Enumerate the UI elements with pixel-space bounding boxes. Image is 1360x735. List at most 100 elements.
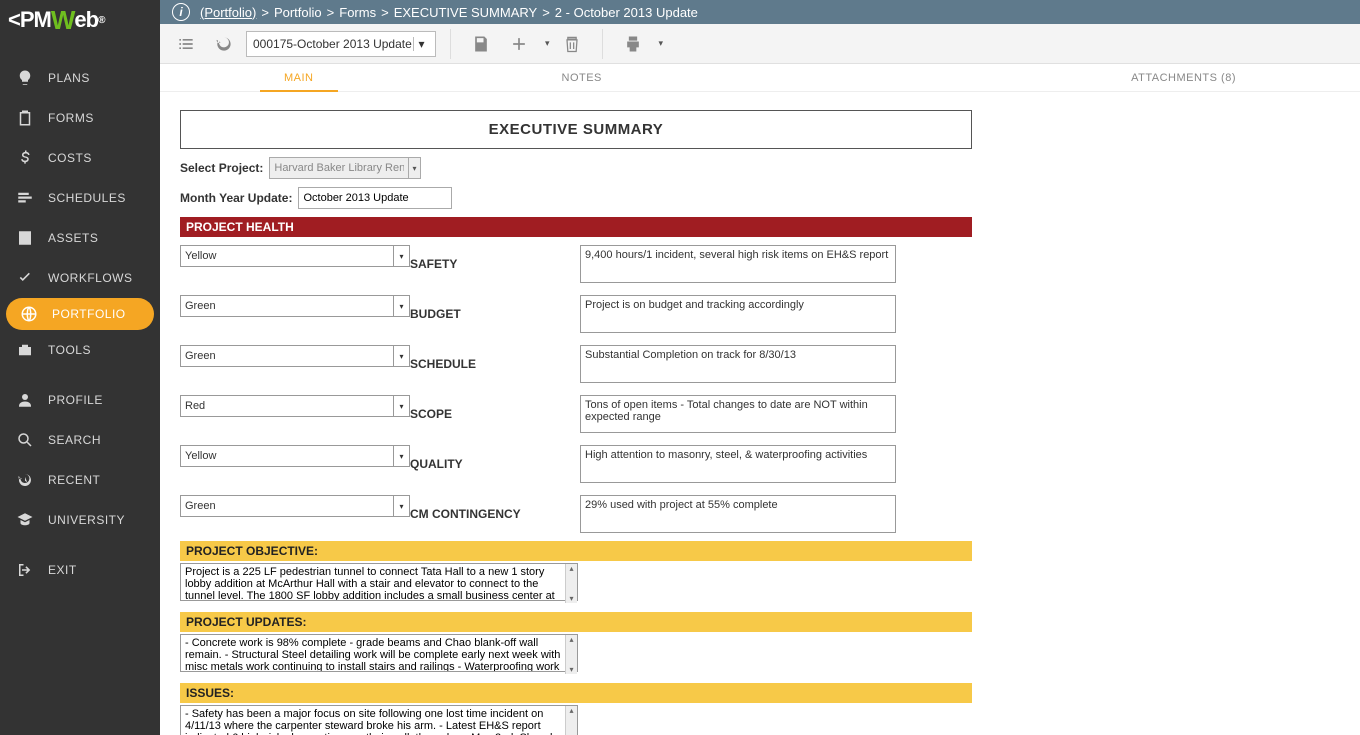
nav-label: SEARCH xyxy=(48,433,101,447)
scrollbar[interactable]: ▴▾ xyxy=(565,635,577,674)
breadcrumb-part[interactable]: Forms xyxy=(339,5,376,20)
select-project-combo[interactable]: Harvard Baker Library Renov ▾ xyxy=(269,157,421,179)
nav-plans[interactable]: PLANS xyxy=(0,58,160,98)
dropdown-icon: ▾ xyxy=(408,158,421,178)
section-issues: ISSUES: xyxy=(180,683,972,703)
nav-tools[interactable]: TOOLS xyxy=(0,330,160,370)
section-project-health: PROJECT HEALTH xyxy=(180,217,972,237)
dropdown-icon: ▾ xyxy=(393,296,409,316)
scrollbar[interactable]: ▴▾ xyxy=(565,564,577,603)
scrollbar[interactable]: ▴▾ xyxy=(565,706,577,735)
nav-label: SCHEDULES xyxy=(48,191,126,205)
nav-portfolio[interactable]: PORTFOLIO xyxy=(6,298,154,330)
add-button[interactable] xyxy=(503,28,535,60)
nav-workflows[interactable]: WORKFLOWS xyxy=(0,258,160,298)
dropdown-icon: ▾ xyxy=(413,37,429,51)
health-cm-combo[interactable]: Green▾ xyxy=(180,495,410,517)
dropdown-icon: ▾ xyxy=(393,446,409,466)
history-button[interactable] xyxy=(208,28,240,60)
lightbulb-icon xyxy=(14,67,36,89)
nav-label: PLANS xyxy=(48,71,90,85)
toolbar: 000175-October 2013 Update ▾ ▾ ▾ xyxy=(160,24,1360,64)
nav-exit[interactable]: EXIT xyxy=(0,550,160,590)
nav-assets[interactable]: ASSETS xyxy=(0,218,160,258)
nav-label: PROFILE xyxy=(48,393,103,407)
nav-profile[interactable]: PROFILE xyxy=(0,380,160,420)
nav-label: RECENT xyxy=(48,473,100,487)
dropdown-icon: ▾ xyxy=(393,246,409,266)
list-view-button[interactable] xyxy=(170,28,202,60)
dollar-icon xyxy=(14,147,36,169)
print-dropdown-icon[interactable]: ▾ xyxy=(659,38,664,49)
health-quality-label: QUALITY xyxy=(410,457,580,471)
health-quality-note[interactable]: High attention to masonry, steel, & wate… xyxy=(580,445,896,483)
breadcrumb-bar: i (Portfolio) > Portfolio > Forms > EXEC… xyxy=(0,0,1360,24)
nav-costs[interactable]: COSTS xyxy=(0,138,160,178)
form-content: EXECUTIVE SUMMARY Select Project: Harvar… xyxy=(160,92,1360,735)
building-icon xyxy=(14,227,36,249)
breadcrumb-part[interactable]: EXECUTIVE SUMMARY xyxy=(394,5,538,20)
health-safety-note[interactable]: 9,400 hours/1 incident, several high ris… xyxy=(580,245,896,283)
exit-icon xyxy=(14,559,36,581)
info-icon[interactable]: i xyxy=(172,3,190,21)
nav-label: WORKFLOWS xyxy=(48,271,133,285)
dropdown-icon: ▾ xyxy=(393,496,409,516)
health-safety-label: SAFETY xyxy=(410,257,580,271)
logo: <PMWeb® xyxy=(0,0,160,40)
health-scope-combo[interactable]: Red▾ xyxy=(180,395,410,417)
tab-bar: MAIN NOTES ATTACHMENTS (8) xyxy=(160,64,1360,92)
record-value: 000175-October 2013 Update xyxy=(253,37,412,51)
record-selector[interactable]: 000175-October 2013 Update ▾ xyxy=(246,31,436,57)
breadcrumb-part: 2 - October 2013 Update xyxy=(555,5,698,20)
nav-recent[interactable]: RECENT xyxy=(0,460,160,500)
issues-textarea-wrap: ▴▾ xyxy=(180,705,578,735)
tab-notes[interactable]: NOTES xyxy=(538,64,626,91)
health-cm-note[interactable]: 29% used with project at 55% complete xyxy=(580,495,896,533)
print-button[interactable] xyxy=(617,28,649,60)
health-schedule-label: SCHEDULE xyxy=(410,357,580,371)
section-project-objective: PROJECT OBJECTIVE: xyxy=(180,541,972,561)
globe-icon xyxy=(18,303,40,325)
nav-forms[interactable]: FORMS xyxy=(0,98,160,138)
check-icon xyxy=(14,267,36,289)
health-scope-note[interactable]: Tons of open items - Total changes to da… xyxy=(580,395,896,433)
form-title: EXECUTIVE SUMMARY xyxy=(180,110,972,149)
nav-university[interactable]: UNIVERSITY xyxy=(0,500,160,540)
health-schedule-note[interactable]: Substantial Completion on track for 8/30… xyxy=(580,345,896,383)
health-budget-combo[interactable]: Green▾ xyxy=(180,295,410,317)
breadcrumb-root[interactable]: (Portfolio) xyxy=(200,5,256,20)
user-icon xyxy=(14,389,36,411)
dropdown-icon: ▾ xyxy=(393,346,409,366)
save-button[interactable] xyxy=(465,28,497,60)
nav-label: PORTFOLIO xyxy=(52,307,126,321)
nav-label: UNIVERSITY xyxy=(48,513,125,527)
issues-textarea[interactable] xyxy=(180,705,578,735)
select-project-label: Select Project: xyxy=(180,161,263,175)
graduation-icon xyxy=(14,509,36,531)
health-quality-combo[interactable]: Yellow▾ xyxy=(180,445,410,467)
toolbox-icon xyxy=(14,339,36,361)
health-budget-note[interactable]: Project is on budget and tracking accord… xyxy=(580,295,896,333)
updates-textarea[interactable] xyxy=(180,634,578,672)
nav-search[interactable]: SEARCH xyxy=(0,420,160,460)
dropdown-icon: ▾ xyxy=(393,396,409,416)
nav-schedules[interactable]: SCHEDULES xyxy=(0,178,160,218)
breadcrumb-part[interactable]: Portfolio xyxy=(274,5,322,20)
select-project-value: Harvard Baker Library Renov xyxy=(274,162,403,174)
health-schedule-combo[interactable]: Green▾ xyxy=(180,345,410,367)
month-year-input[interactable] xyxy=(298,187,452,209)
main-panel: 000175-October 2013 Update ▾ ▾ ▾ MAIN NO… xyxy=(160,24,1360,735)
updates-textarea-wrap: ▴▾ xyxy=(180,634,578,675)
tab-main[interactable]: MAIN xyxy=(260,64,338,91)
health-grid: Yellow▾ SAFETY 9,400 hours/1 incident, s… xyxy=(180,245,972,533)
delete-button[interactable] xyxy=(556,28,588,60)
sidebar: <PMWeb® PLANS FORMS COSTS SCHEDULES ASSE… xyxy=(0,24,160,735)
nav-label: EXIT xyxy=(48,563,77,577)
health-safety-combo[interactable]: Yellow▾ xyxy=(180,245,410,267)
objective-textarea[interactable] xyxy=(180,563,578,601)
clipboard-icon xyxy=(14,107,36,129)
health-cm-label: CM CONTINGENCY xyxy=(410,507,580,521)
nav-label: TOOLS xyxy=(48,343,91,357)
add-dropdown-icon[interactable]: ▾ xyxy=(545,38,550,49)
tab-attachments[interactable]: ATTACHMENTS (8) xyxy=(1107,64,1260,91)
